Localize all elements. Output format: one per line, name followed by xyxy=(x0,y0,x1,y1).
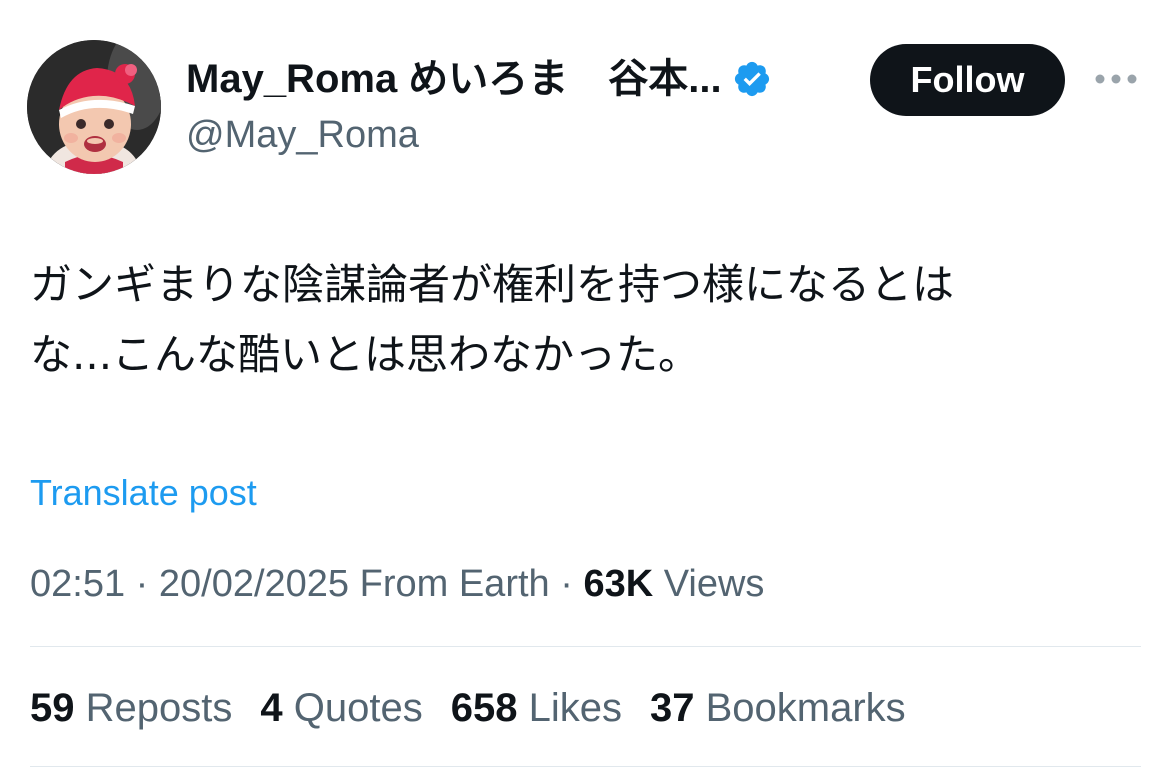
follow-button[interactable]: Follow xyxy=(870,44,1065,116)
views-label: Views xyxy=(663,563,765,605)
translate-post-link[interactable]: Translate post xyxy=(30,470,257,516)
stat-label: Bookmarks xyxy=(705,686,906,730)
quotes-stat[interactable]: 4 Quotes xyxy=(260,682,422,734)
verified-badge-icon xyxy=(732,59,772,99)
post-text: ガンギまりな陰謀論者が権利を持つ様になるとは な...こんな酷いとは思わなかった… xyxy=(30,250,1140,390)
post-meta: 02:51 · 20/02/2025 From Earth · 63K View… xyxy=(30,560,764,608)
bookmarks-stat[interactable]: 37 Bookmarks xyxy=(650,682,906,734)
baby-photo-avatar xyxy=(27,40,161,174)
stat-label: Quotes xyxy=(293,686,423,730)
stat-label: Likes xyxy=(528,686,622,730)
post-source: From Earth xyxy=(359,563,550,605)
post-text-line: な...こんな酷いとは思わなかった。 xyxy=(30,330,701,379)
stat-count: 658 xyxy=(450,686,518,730)
divider xyxy=(30,766,1141,767)
stat-label: Reposts xyxy=(85,686,233,730)
engagement-stats: 59 Reposts 4 Quotes 658 Likes 37 Bookmar… xyxy=(30,682,934,734)
post-date[interactable]: 20/02/2025 xyxy=(159,563,349,605)
stat-count: 37 xyxy=(649,686,695,730)
author-display-name[interactable]: May_Roma めいろま 谷本... xyxy=(186,53,772,105)
avatar[interactable] xyxy=(27,40,161,174)
more-icon[interactable] xyxy=(1092,64,1140,94)
author-name-text: May_Roma めいろま 谷本... xyxy=(186,57,722,101)
post-text-line: ガンギまりな陰謀論者が権利を持つ様になるとは xyxy=(30,260,955,309)
stat-count: 4 xyxy=(260,686,283,730)
post-time[interactable]: 02:51 xyxy=(30,563,125,605)
stat-count: 59 xyxy=(30,686,75,730)
likes-stat[interactable]: 658 Likes xyxy=(451,682,622,734)
reposts-stat[interactable]: 59 Reposts xyxy=(30,682,232,734)
views-count: 63K xyxy=(583,563,654,605)
meta-separator: · xyxy=(125,563,159,605)
divider xyxy=(30,646,1141,647)
meta-separator: · xyxy=(549,563,584,605)
author-handle[interactable]: @May_Roma xyxy=(186,110,419,160)
